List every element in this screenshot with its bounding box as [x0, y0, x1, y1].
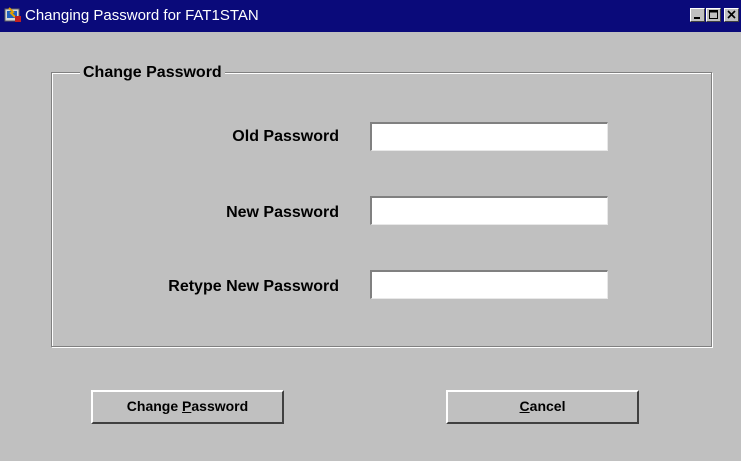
change-password-label: Change Password	[126, 398, 249, 414]
minimize-button[interactable]	[690, 8, 705, 22]
new-password-label: New Password	[226, 204, 339, 221]
old-password-field[interactable]	[370, 122, 608, 151]
window-title: Changing Password for FAT1STAN	[25, 7, 259, 24]
mnemonic-letter: P	[182, 398, 192, 414]
minimize-icon	[694, 17, 700, 19]
close-icon	[727, 10, 736, 19]
maximize-button[interactable]	[706, 8, 721, 22]
close-button[interactable]	[724, 8, 739, 22]
change-password-button[interactable]: Change Password	[91, 390, 284, 424]
cancel-button[interactable]: Cancel	[446, 390, 639, 424]
app-icon	[4, 6, 22, 24]
maximize-icon	[709, 10, 718, 19]
retype-password-label: Retype New Password	[168, 278, 339, 295]
password-dialog: Changing Password for FAT1STAN Change Pa…	[0, 0, 741, 461]
title-bar[interactable]: Changing Password for FAT1STAN	[0, 0, 741, 32]
new-password-field[interactable]	[370, 196, 608, 225]
mnemonic-letter: C	[519, 398, 530, 414]
cancel-label: Cancel	[519, 398, 566, 414]
group-title: Change Password	[80, 64, 225, 82]
old-password-label: Old Password	[232, 128, 339, 145]
retype-password-field[interactable]	[370, 270, 608, 299]
